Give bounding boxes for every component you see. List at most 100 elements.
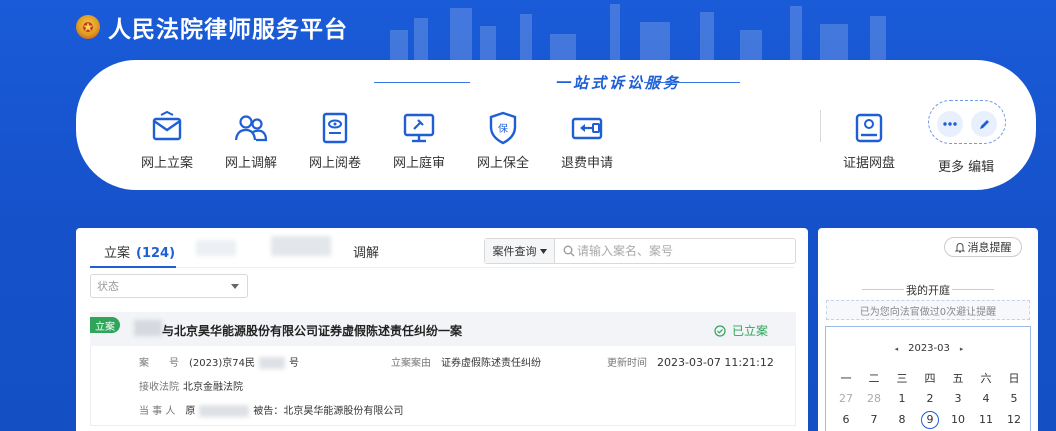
notification-button[interactable]: 消息提醒 [944, 237, 1022, 257]
case-number-label: 案 号 [139, 358, 179, 369]
slogan-divider-left [374, 82, 470, 83]
service-evidence-drive[interactable]: 证据网盘 [834, 110, 904, 171]
cases-panel: 立案 (124) 调解 案件查询 状态 立案 与北京昊华能源股份有限公司证券虚假陈… [76, 228, 808, 431]
svg-text:保: 保 [498, 122, 508, 135]
today-marker: 9 [921, 410, 939, 429]
slogan-divider-right [644, 82, 740, 83]
service-label: 网上阅卷 [308, 156, 361, 171]
case-updated-row: 更新时间 2023-03-07 11:21:12 [607, 354, 774, 369]
calendar-prev-button[interactable]: ◂ [895, 345, 899, 353]
search-type-select[interactable]: 案件查询 [485, 239, 555, 263]
calendar-day-today[interactable]: 9 [916, 410, 944, 429]
redacted-block [199, 405, 250, 417]
weekday: 五 [952, 371, 964, 385]
tab-filing[interactable]: 立案 (124) [104, 242, 175, 261]
my-hearings-title: 我的开庭 [906, 284, 950, 297]
tab-filing-label: 立案 [104, 246, 131, 261]
calendar-day[interactable]: 1 [888, 392, 916, 405]
refund-icon [571, 117, 603, 140]
calendar-day[interactable]: 4 [972, 392, 1000, 405]
case-status: 已立案 [714, 322, 768, 339]
case-type-tag: 立案 [90, 317, 120, 333]
case-party-prefix: 原 [185, 406, 196, 417]
case-number-row: 案 号 (2023)京74民 号 [139, 354, 299, 369]
search-input[interactable] [555, 239, 795, 263]
case-court-label: 接收法院 [139, 382, 179, 393]
evidence-drive-icon [855, 113, 883, 143]
service-online-mediation[interactable]: 网上调解 [216, 110, 286, 171]
users-icon [234, 115, 268, 142]
redacted-block [196, 240, 236, 256]
service-label: 证据网盘 [842, 156, 895, 171]
service-online-trial[interactable]: 网上庭审 [384, 110, 454, 171]
envelope-icon [152, 110, 182, 141]
calendar-day[interactable]: 5 [1000, 392, 1028, 405]
side-panel: 消息提醒 我的开庭 已为您向法官做过0次避让提醒 ◂ 2023-03 ▸ 一 二… [818, 228, 1038, 431]
tab-mediation[interactable]: 调解 [353, 242, 379, 261]
case-number-suffix: 号 [288, 358, 299, 369]
calendar-weekdays: 一 二 三 四 五 六 日 [832, 367, 1028, 388]
court-emblem-icon [76, 15, 100, 39]
service-label: 退费申请 [560, 156, 613, 171]
weekday: 六 [980, 371, 992, 385]
calendar-day[interactable]: 11 [972, 413, 1000, 426]
more-button[interactable] [937, 111, 963, 137]
weekday: 一 [840, 371, 852, 385]
weekday: 四 [924, 371, 936, 385]
case-card-header[interactable]: 立案 与北京昊华能源股份有限公司证券虚假陈述责任纠纷一案 已立案 [90, 312, 796, 346]
caret-down-icon [231, 283, 239, 289]
app-title: 人民法院律师服务平台 [108, 17, 348, 43]
notification-label: 消息提醒 [967, 241, 1012, 254]
calendar-day[interactable]: 7 [860, 413, 888, 426]
tab-baseline [90, 267, 794, 268]
case-number-prefix: (2023)京74民 [189, 358, 255, 369]
tab-active-indicator [90, 266, 176, 268]
status-select[interactable]: 状态 [90, 274, 248, 298]
service-label: 网上庭审 [392, 156, 445, 171]
calendar-day[interactable]: 8 [888, 413, 916, 426]
calendar-grid: 一 二 三 四 五 六 日 27 28 1 2 3 4 5 6 7 8 9 10… [832, 367, 1028, 430]
case-party-label: 当 事 人 [139, 406, 176, 417]
case-updated: 2023-03-07 11:21:12 [657, 356, 774, 369]
service-online-filing[interactable]: 网上立案 [132, 110, 202, 171]
weekday: 日 [1008, 371, 1020, 385]
calendar-week: 6 7 8 9 10 11 12 [832, 409, 1028, 430]
calendar-day[interactable]: 6 [832, 413, 860, 426]
court-monitor-icon [403, 113, 435, 143]
check-circle-icon [714, 324, 726, 337]
case-status-label: 已立案 [732, 324, 769, 338]
case-search: 案件查询 [484, 238, 796, 264]
hearing-calendar: ◂ 2023-03 ▸ 一 二 三 四 五 六 日 27 28 1 2 3 4 … [825, 326, 1031, 431]
service-online-preservation[interactable]: 保 网上保全 [468, 110, 538, 171]
calendar-week: 27 28 1 2 3 4 5 [832, 388, 1028, 409]
service-refund-application[interactable]: 退费申请 [552, 110, 622, 171]
caret-down-icon [539, 248, 547, 254]
service-divider [820, 110, 821, 142]
calendar-day[interactable]: 3 [944, 392, 972, 405]
shield-icon: 保 [489, 111, 517, 145]
calendar-day[interactable]: 10 [944, 413, 972, 426]
status-placeholder: 状态 [97, 280, 119, 293]
edit-button[interactable] [971, 111, 997, 137]
calendar-day[interactable]: 27 [832, 392, 860, 405]
case-title[interactable]: 与北京昊华能源股份有限公司证券虚假陈述责任纠纷一案 [162, 322, 462, 339]
service-online-review[interactable]: 网上阅卷 [300, 110, 370, 171]
more-edit-group [928, 100, 1006, 144]
weekday: 三 [896, 371, 908, 385]
case-defendant: 被告：北京昊华能源股份有限公司 [253, 406, 404, 417]
calendar-day[interactable]: 2 [916, 392, 944, 405]
case-court: 北京金融法院 [183, 382, 243, 393]
service-label: 网上调解 [224, 156, 277, 171]
calendar-day[interactable]: 12 [1000, 413, 1028, 426]
calendar-next-button[interactable]: ▸ [960, 345, 964, 353]
calendar-month: 2023-03 [908, 343, 950, 354]
weekday: 二 [868, 371, 880, 385]
case-cause: 证券虚假陈述责任纠纷 [441, 358, 541, 369]
more-dots-icon [943, 122, 957, 126]
redacted-block [271, 236, 331, 256]
case-cause-label: 立案案由 [391, 358, 431, 369]
redacted-block [134, 320, 162, 336]
calendar-day[interactable]: 28 [860, 392, 888, 405]
search-type-label: 案件查询 [492, 245, 537, 258]
bell-icon [954, 242, 965, 253]
